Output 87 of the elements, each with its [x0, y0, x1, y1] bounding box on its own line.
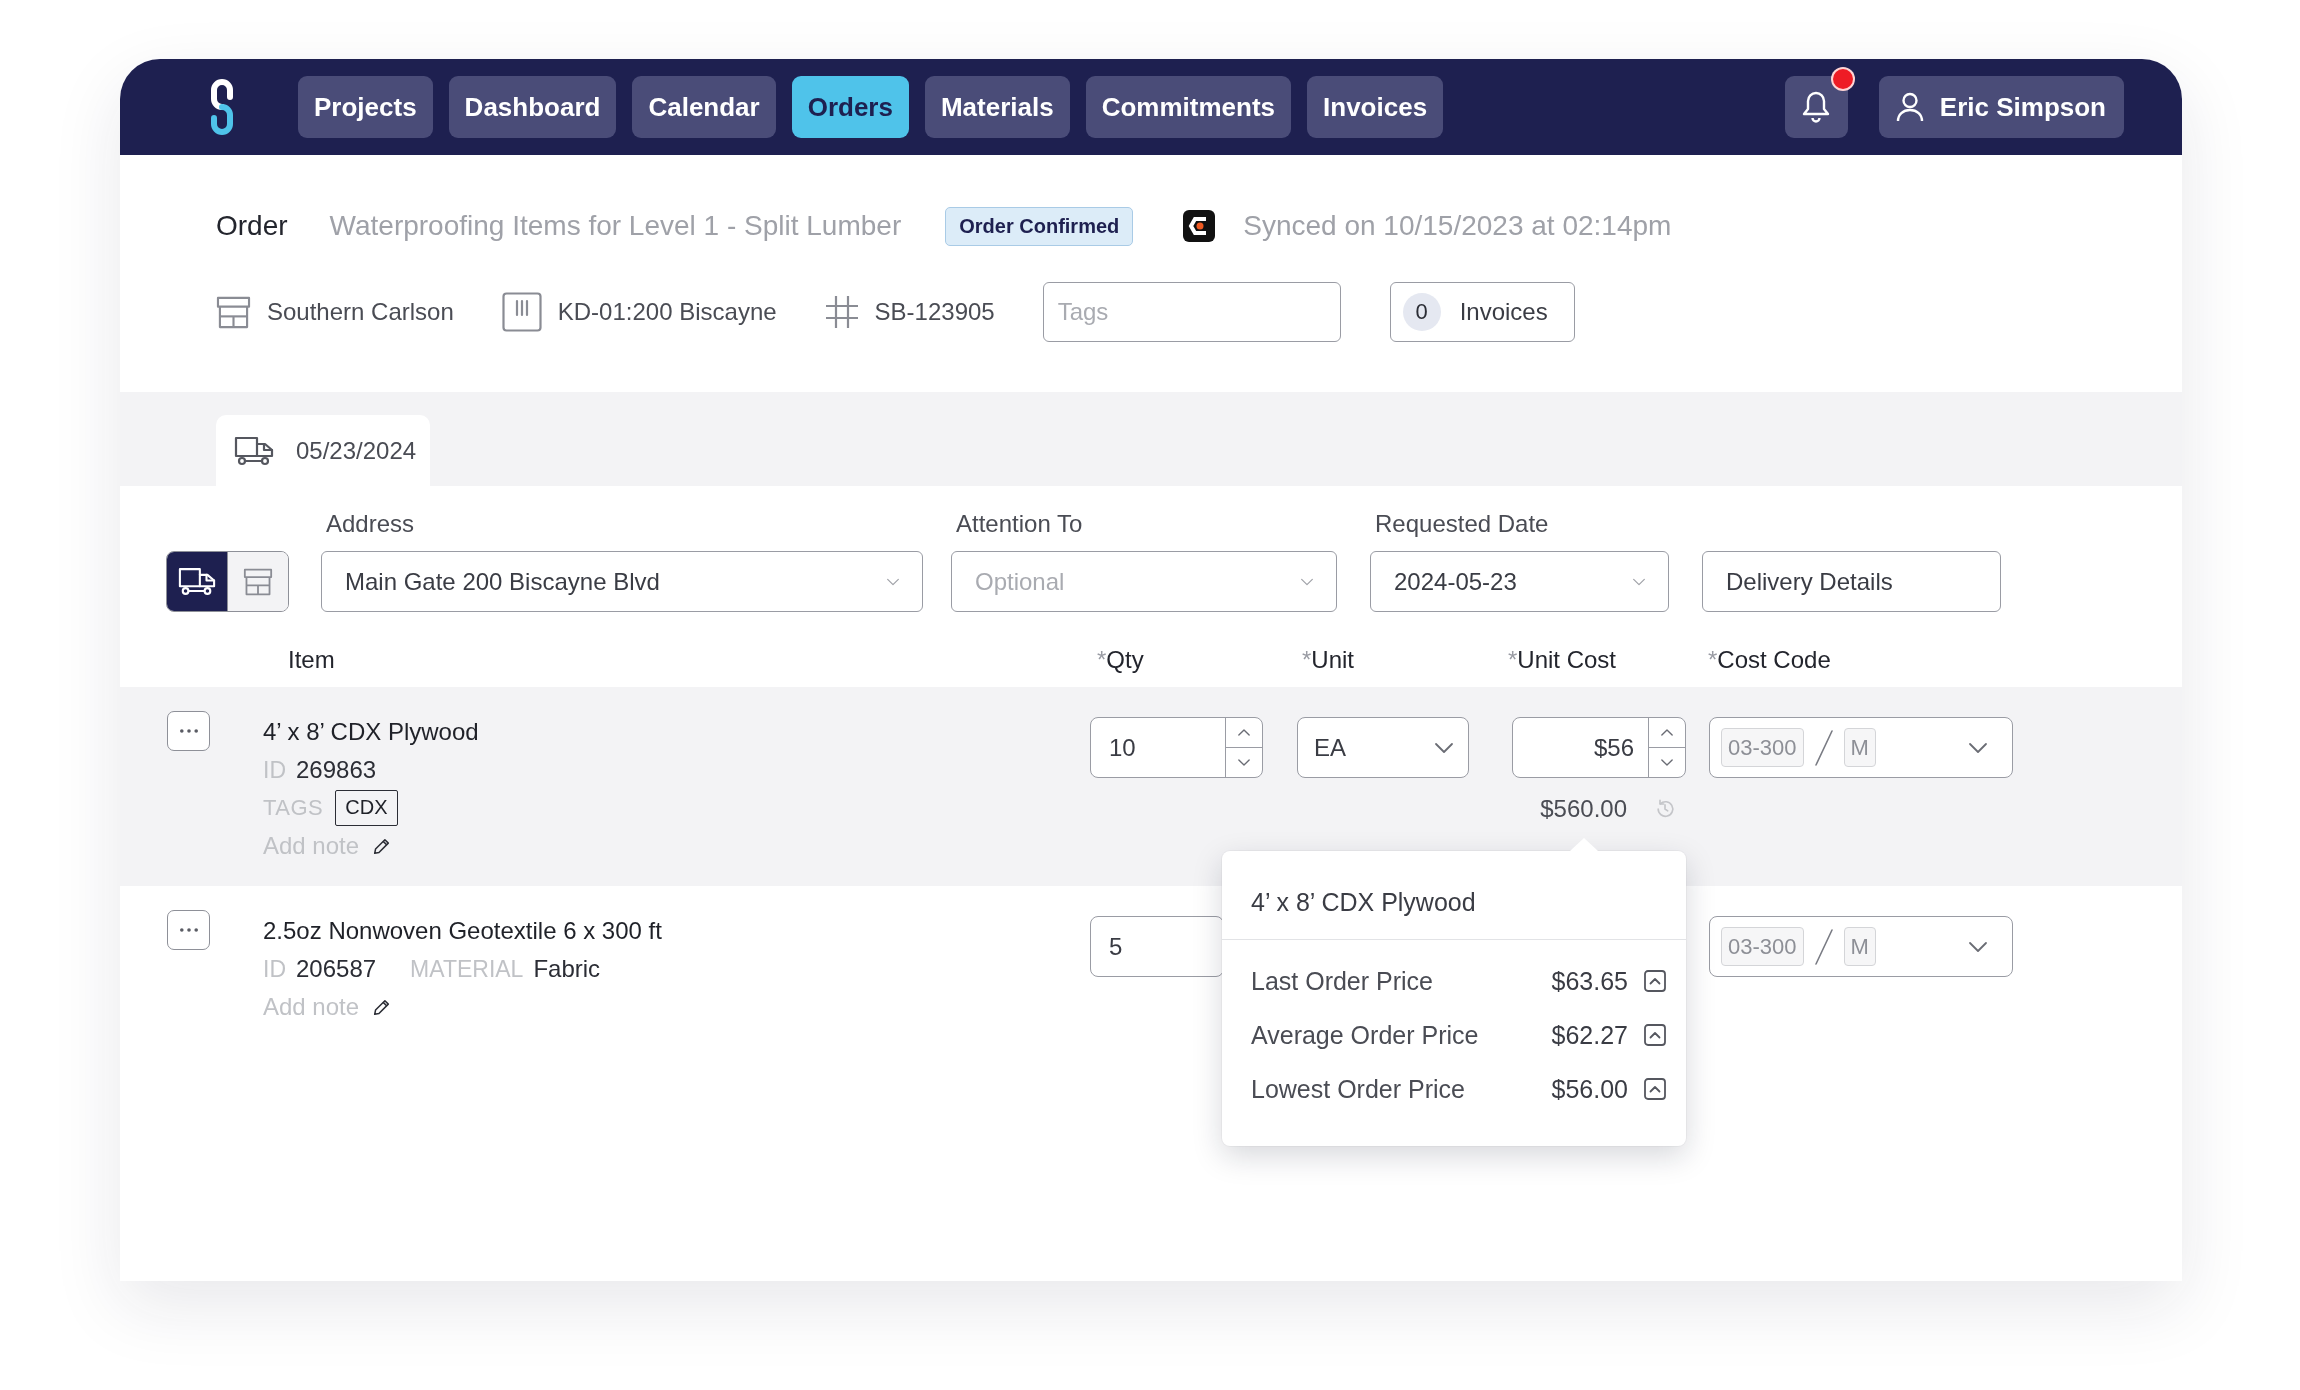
truck-icon: [234, 435, 274, 466]
item-name: 2.5oz Nonwoven Geotextile 6 x 300 ft: [263, 917, 662, 945]
detail-value: 206587: [296, 955, 377, 983]
pencil-icon: [373, 837, 391, 855]
order-label: Order: [216, 210, 288, 242]
qty-field[interactable]: 5: [1090, 916, 1224, 977]
sync-status: Synced on 10/15/2023 at 02:14pm: [1243, 210, 1672, 242]
chevron-down-icon: [1968, 940, 1988, 953]
nav-tab[interactable]: Commitments: [1085, 76, 1292, 138]
ellipsis-icon: [179, 729, 198, 733]
status-badge: Order Confirmed: [945, 206, 1134, 246]
hash-icon: [824, 295, 859, 329]
popover-title: 4’ x 8’ CDX Plywood: [1250, 887, 1477, 917]
slash-icon: [1812, 727, 1835, 768]
column-header: *Unit: [1302, 645, 1355, 675]
cost-type-field: M: [1843, 927, 1876, 966]
nav-tab[interactable]: Orders: [791, 76, 909, 138]
dropdown-field[interactable]: 2024-05-23: [1370, 551, 1669, 612]
delivery-mode-toggle[interactable]: [166, 551, 289, 612]
chevron-down-icon: [1968, 741, 1988, 754]
notifications-button[interactable]: [1784, 76, 1848, 138]
nav-tab[interactable]: Invoices: [1307, 76, 1444, 138]
storefront-icon: [216, 295, 251, 329]
order-number: SB-123905: [874, 298, 995, 326]
cost-code-field: 03-300: [1721, 927, 1804, 966]
chevron-up-icon: [1238, 729, 1250, 736]
lines-box-icon: [501, 292, 542, 332]
user-menu-button[interactable]: Eric Simpson: [1878, 76, 2124, 138]
unit-dropdown[interactable]: EA: [1297, 717, 1469, 778]
count-badge: 0: [1402, 293, 1441, 331]
nav-tab[interactable]: Calendar: [632, 76, 776, 138]
detail-value: Fabric: [533, 955, 601, 983]
person-icon: [1895, 92, 1924, 122]
line-total: $560.00: [1540, 795, 1627, 823]
column-header: *Cost Code: [1708, 645, 1831, 675]
job-name: KD-01:200 Biscayne: [557, 298, 777, 326]
price-value: $56.00: [1551, 1074, 1628, 1104]
cost-code-field: 03-300: [1721, 728, 1804, 767]
chevron-down-icon: [1661, 759, 1673, 766]
chevron-down-icon: [1238, 759, 1250, 766]
chevron-down-icon: [1434, 741, 1454, 754]
chevron-down-icon: [1632, 577, 1646, 586]
detail-label: ID: [263, 955, 286, 983]
column-header: Item: [288, 645, 335, 675]
delivery-details-button[interactable]: Delivery Details: [1702, 551, 2001, 612]
truck-icon: [178, 567, 216, 596]
ellipsis-icon: [179, 928, 198, 932]
price-value: $62.27: [1551, 1020, 1628, 1050]
unit-cost-field[interactable]: $56: [1512, 717, 1686, 778]
invoices-button[interactable]: 0 Invoices: [1389, 282, 1575, 342]
column-header: *Qty: [1097, 645, 1144, 675]
column-header: *Unit Cost: [1508, 645, 1617, 675]
item-name: 4’ x 8’ CDX Plywood: [263, 718, 479, 746]
chevron-up-icon: [1661, 729, 1673, 736]
storefront-icon: [243, 567, 273, 596]
price-label: Lowest Order Price: [1251, 1074, 1466, 1104]
pencil-icon: [373, 998, 391, 1016]
detail-value: 269863: [296, 756, 377, 784]
nav-tab[interactable]: Projects: [298, 76, 433, 138]
chevron-down-icon: [886, 577, 900, 586]
price-value: $63.65: [1551, 966, 1628, 996]
cost-type-field: M: [1843, 728, 1876, 767]
price-label: Average Order Price: [1251, 1020, 1480, 1050]
dropdown-field[interactable]: Main Gate 200 Biscayne Blvd: [321, 551, 923, 612]
chevron-down-icon: [1300, 577, 1314, 586]
detail-label: MATERIAL: [410, 955, 524, 983]
slash-icon: [1812, 926, 1835, 967]
nav-tab[interactable]: Dashboard: [448, 76, 617, 138]
bell-icon: [1802, 91, 1831, 123]
nav-tab[interactable]: Materials: [924, 76, 1070, 138]
vendor-name: Southern Carlson: [267, 298, 454, 326]
chevron-square-icon[interactable]: [1644, 970, 1666, 992]
more-button[interactable]: [167, 910, 210, 950]
more-button[interactable]: [167, 711, 210, 751]
tags-field[interactable]: Tags: [1042, 282, 1341, 342]
truck-mode-button[interactable]: [167, 552, 227, 611]
order-title: Waterproofing Items for Level 1 - Split Lumber: [329, 210, 902, 242]
price-label: Last Order Price: [1251, 966, 1434, 996]
field-label: Address: [325, 509, 416, 539]
delivery-date-tab[interactable]: 05/23/2024: [216, 415, 431, 486]
chevron-square-icon[interactable]: [1644, 1078, 1666, 1100]
field-label: Requested Date: [1374, 509, 1550, 539]
chevron-square-icon[interactable]: [1644, 1024, 1666, 1046]
tag-chip: CDX: [335, 790, 398, 826]
sync-logo-icon: [1183, 210, 1216, 242]
qty-field[interactable]: 10: [1090, 717, 1263, 778]
field-label: Attention To: [955, 509, 1084, 539]
